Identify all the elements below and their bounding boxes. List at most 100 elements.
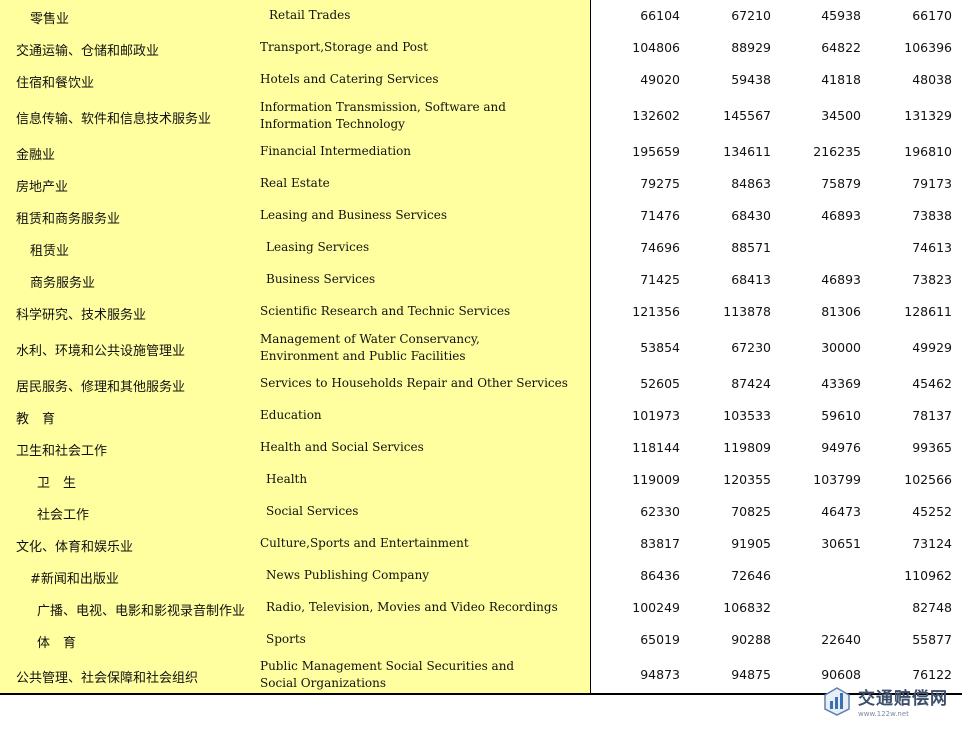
table-row: 金融业 Financial Intermediation 195659 134611 2… [0,136,962,168]
value-col-3: 22640 [821,632,861,647]
value-col-3: 81306 [821,304,861,319]
industry-name-en: Radio, Television, Movies and Video Reco… [266,600,558,614]
industry-name-zh: 零售业 [30,12,70,27]
value-col-1: 104806 [632,40,680,55]
value-col-4: 49929 [912,340,952,355]
value-col-2: 103533 [723,408,771,423]
industry-name-zh: 卫生和社会工作 [16,444,108,459]
table-row: 卫 生 Health 119009 120355 103799 102566 [0,464,962,496]
value-col-1: 83817 [640,536,680,551]
table-row: 租赁业 Leasing Services 74696 88571 74613 [0,232,962,264]
value-col-1: 132602 [632,108,680,123]
table-row: 交通运输、仓储和邮政业 Transport,Storage and Post 104… [0,32,962,64]
value-col-3: 30651 [821,536,861,551]
value-col-2: 67210 [731,8,771,23]
industry-name-zh: 商务服务业 [30,276,96,291]
table-row: 租赁和商务服务业 Leasing and Business Services 714… [0,200,962,232]
table-row: #新闻和出版业 News Publishing Company 86436 72646… [0,560,962,592]
industry-name-zh: 交通运输、仓储和邮政业 [16,44,160,59]
value-col-1: 52605 [640,376,680,391]
industry-name-en: Hotels and Catering Services [260,72,439,86]
value-col-3: 94976 [821,440,861,455]
value-col-1: 86436 [640,568,680,583]
value-col-1: 53854 [640,340,680,355]
table-row: 教 育 Education 101973 103533 59610 78137 [0,400,962,432]
value-col-3: 46473 [821,504,861,519]
industry-name-en: News Publishing Company [266,568,430,582]
value-col-4: 99365 [912,440,952,455]
value-col-2: 145567 [723,108,771,123]
value-col-2: 84863 [731,176,771,191]
value-col-1: 74696 [640,240,680,255]
value-col-2: 72646 [731,568,771,583]
value-col-4: 78137 [912,408,952,423]
industry-name-zh: 房地产业 [16,180,69,195]
watermark-title: 交通赔偿网 [858,689,948,709]
watermark-logo-icon [824,687,850,716]
value-col-3: 41818 [821,72,861,87]
industry-name-zh: 租赁和商务服务业 [16,212,121,227]
value-col-2: 106832 [723,600,771,615]
industry-name-en: Health and Social Services [260,440,424,454]
value-col-2: 113878 [723,304,771,319]
value-col-2: 134611 [723,144,771,159]
industry-name-en: Leasing Services [266,240,370,254]
table-row: 科学研究、技术服务业 Scientific Research and Techni… [0,296,962,328]
industry-name-en: Management of Water Conservancy, Environ… [260,332,480,363]
industry-name-en: Social Services [266,504,359,518]
table-row: 住宿和餐饮业 Hotels and Catering Services 49020 5… [0,64,962,96]
value-col-1: 101973 [632,408,680,423]
value-col-3: 45938 [821,8,861,23]
value-col-1: 79275 [640,176,680,191]
value-col-1: 71476 [640,208,680,223]
industry-name-zh: 卫 生 [37,476,77,491]
value-col-3: 90608 [821,666,861,682]
value-col-2: 87424 [731,376,771,391]
industry-name-zh: 社会工作 [37,508,90,523]
value-col-1: 100249 [632,600,680,615]
value-col-4: 76122 [912,666,952,682]
industry-name-en: Public Management Social Securities and … [260,658,515,690]
table-row: 信息传输、软件和信息技术服务业 Information Transmission,… [0,96,962,136]
industry-name-en: Health [266,472,308,486]
value-col-2: 68430 [731,208,771,223]
value-col-2: 91905 [731,536,771,551]
value-col-3: 46893 [821,272,861,287]
value-col-1: 119009 [632,472,680,487]
industry-name-zh: 体 育 [37,636,77,651]
table-row: 房地产业 Real Estate 79275 84863 75879 79173 [0,168,962,200]
value-col-1: 65019 [640,632,680,647]
table-row: 水利、环境和公共设施管理业 Management of Water Conserv… [0,328,962,368]
value-col-1: 66104 [640,8,680,23]
watermark: 交通赔偿网 www.122w.net [822,681,954,721]
value-col-4: 82748 [912,600,952,615]
table-row: 文化、体育和娱乐业 Culture,Sports and Entertainmen… [0,528,962,560]
value-col-3: 46893 [821,208,861,223]
value-col-3: 216235 [813,144,861,159]
value-col-2: 67230 [731,340,771,355]
value-col-3: 103799 [813,472,861,487]
value-col-4: 73838 [912,208,952,223]
industry-name-zh: 教 育 [16,412,56,427]
value-col-3: 30000 [821,340,861,355]
value-col-2: 59438 [731,72,771,87]
value-col-4: 45462 [912,376,952,391]
value-col-1: 121356 [632,304,680,319]
industry-name-zh: 住宿和餐饮业 [16,76,95,91]
table-row: 公共管理、社会保障和社会组织 Public Management Social S… [0,656,962,693]
industry-name-en: Real Estate [260,176,330,190]
industry-name-en: Scientific Research and Technic Services [260,304,511,318]
industry-name-zh: #新闻和出版业 [30,572,119,587]
value-col-4: 131329 [904,108,952,123]
value-col-4: 102566 [904,472,952,487]
value-col-1: 94873 [640,666,680,682]
industry-name-zh: 居民服务、修理和其他服务业 [16,380,186,395]
value-col-4: 45252 [912,504,952,519]
value-col-3: 59610 [821,408,861,423]
industry-name-zh: 租赁业 [30,244,70,259]
table-row: 商务服务业 Business Services 71425 68413 46893 738… [0,264,962,296]
table-bottom-border [0,693,962,695]
industry-name-zh: 公共管理、社会保障和社会组织 [16,670,199,686]
value-col-2: 70825 [731,504,771,519]
table-row: 居民服务、修理和其他服务业 Services to Households Repa… [0,368,962,400]
